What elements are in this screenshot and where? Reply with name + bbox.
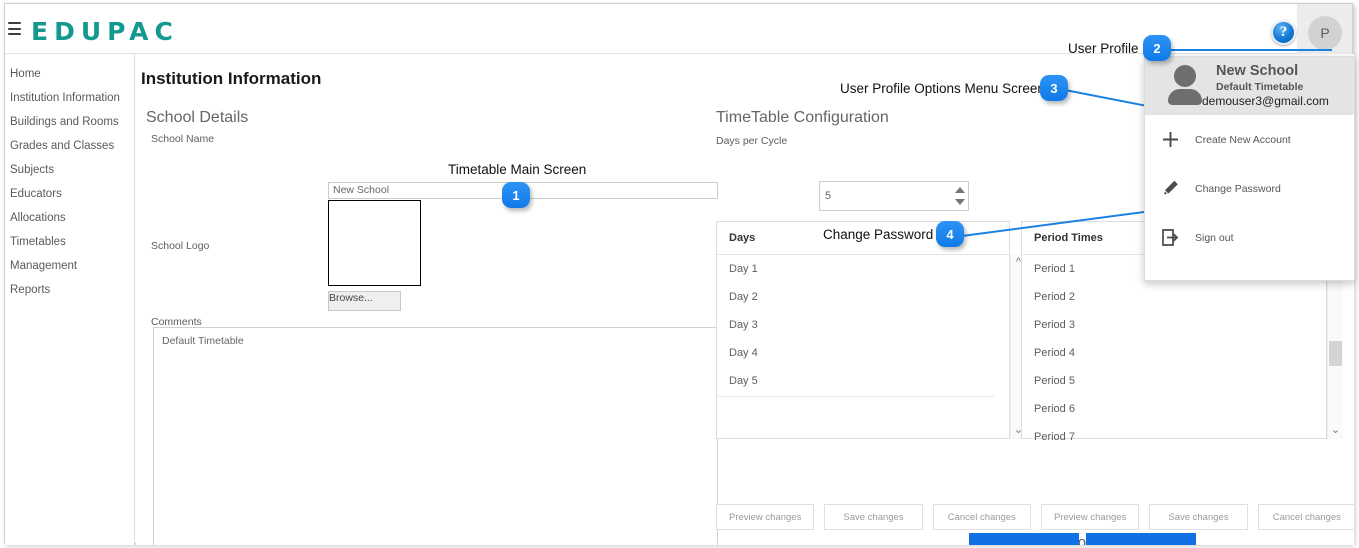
- bottom-primary-button-1[interactable]: [969, 533, 1079, 545]
- school-name-value: New School: [333, 184, 390, 196]
- user-avatar-button[interactable]: P: [1308, 16, 1342, 50]
- callout-label-1: Timetable Main Screen: [448, 162, 587, 177]
- callout-leader-2: [1169, 49, 1332, 51]
- browse-button[interactable]: Browse...: [328, 291, 401, 311]
- list-item[interactable]: Period 7: [1022, 423, 1326, 451]
- school-logo-preview[interactable]: [328, 200, 421, 286]
- list-item[interactable]: Day 3: [717, 311, 1009, 339]
- callout-label-3: User Profile Options Menu Screen: [840, 81, 1045, 96]
- sidebar-item-management[interactable]: Management: [5, 254, 134, 278]
- user-profile-menu: New School Default Timetable demouser3@g…: [1144, 56, 1355, 281]
- callout-badge-2: 2: [1143, 35, 1171, 61]
- days-list-divider: [717, 396, 994, 397]
- days-per-cycle-value: 5: [825, 190, 832, 202]
- app-window: EDUPAC ? P Home Institution Information …: [4, 3, 1355, 545]
- scroll-down-icon[interactable]: ⌄: [1331, 425, 1340, 436]
- profile-email: demouser3@gmail.com: [1202, 94, 1329, 108]
- browse-label: Browse...: [329, 292, 373, 304]
- list-item[interactable]: Day 4: [717, 339, 1009, 367]
- list-item[interactable]: Period 2: [1022, 283, 1326, 311]
- list-item[interactable]: Day 2: [717, 283, 1009, 311]
- list-item[interactable]: Day 5: [717, 367, 1009, 395]
- sidebar-item-timetables[interactable]: Timetables: [5, 230, 134, 254]
- page-title: Institution Information: [141, 69, 322, 88]
- hamburger-icon[interactable]: [8, 22, 21, 35]
- plus-icon: [1145, 130, 1195, 149]
- sidebar-item-institution-information[interactable]: Institution Information: [5, 86, 134, 110]
- days-cancel-changes-button[interactable]: Cancel changes: [932, 504, 1031, 530]
- sidebar-item-home[interactable]: Home: [5, 62, 134, 86]
- stepper-down-icon[interactable]: [955, 199, 965, 205]
- list-item[interactable]: Day 1: [717, 255, 1009, 283]
- avatar-initial: P: [1320, 25, 1330, 41]
- profile-avatar-icon: [1165, 65, 1205, 107]
- menu-item-change-password[interactable]: Change Password: [1145, 164, 1354, 213]
- callout-label-4: Change Password: [823, 227, 934, 242]
- school-details-panel: School Details School Name New School Sc…: [146, 109, 718, 545]
- callout-badge-1: 1: [502, 182, 530, 208]
- profile-school-name: New School: [1216, 63, 1299, 79]
- days-preview-changes-button[interactable]: Preview changes: [716, 504, 815, 530]
- sidebar-nav: Home Institution Information Buildings a…: [5, 54, 135, 545]
- sidebar-item-allocations[interactable]: Allocations: [5, 206, 134, 230]
- callout-label-2: User Profile: [1068, 41, 1139, 56]
- days-per-cycle-label: Days per Cycle: [716, 135, 788, 147]
- menu-item-label: Create New Account: [1195, 133, 1291, 146]
- callout-badge-4: 4: [936, 221, 964, 247]
- profile-menu-header: New School Default Timetable demouser3@g…: [1145, 57, 1354, 115]
- sidebar-item-buildings-and-rooms[interactable]: Buildings and Rooms: [5, 110, 134, 134]
- periods-cancel-changes-button[interactable]: Cancel changes: [1257, 504, 1354, 530]
- days-per-cycle-stepper[interactable]: [954, 187, 966, 205]
- list-item[interactable]: Period 3: [1022, 311, 1326, 339]
- help-icon[interactable]: ?: [1271, 20, 1296, 45]
- school-name-label: School Name: [151, 133, 215, 145]
- menu-item-label: Sign out: [1195, 231, 1234, 244]
- sidebar-item-subjects[interactable]: Subjects: [5, 158, 134, 182]
- help-glyph: ?: [1279, 24, 1288, 40]
- list-item[interactable]: Period 4: [1022, 339, 1326, 367]
- comments-value: Default Timetable: [162, 335, 244, 347]
- bottom-primary-button-2[interactable]: [1086, 533, 1196, 545]
- comments-textarea[interactable]: Default Timetable: [153, 327, 718, 545]
- menu-item-create-new-account[interactable]: Create New Account: [1145, 115, 1354, 164]
- scrollbar-thumb[interactable]: [1329, 341, 1342, 366]
- action-buttons-row: Preview changes Save changes Cancel chan…: [716, 504, 1354, 530]
- app-logo: EDUPAC: [31, 17, 179, 46]
- pencil-icon: [1145, 179, 1195, 198]
- days-list-panel: Days Day 1 Day 2 Day 3 Day 4 Day 5: [716, 221, 1010, 439]
- sidebar-item-grades-and-classes[interactable]: Grades and Classes: [5, 134, 134, 158]
- periods-save-changes-button[interactable]: Save changes: [1149, 504, 1248, 530]
- periods-preview-changes-button[interactable]: Preview changes: [1040, 504, 1140, 530]
- profile-subtitle: Default Timetable: [1216, 81, 1304, 93]
- school-details-heading: School Details: [146, 109, 249, 126]
- menu-item-label: Change Password: [1195, 182, 1281, 195]
- sidebar-item-reports[interactable]: Reports: [5, 278, 134, 302]
- stepper-up-icon[interactable]: [955, 187, 965, 193]
- list-item[interactable]: Period 5: [1022, 367, 1326, 395]
- app-logo-text: EDUPAC: [31, 17, 179, 46]
- school-logo-label: School Logo: [151, 240, 210, 252]
- sidebar-item-educators[interactable]: Educators: [5, 182, 134, 206]
- sign-out-icon: [1145, 228, 1195, 247]
- days-save-changes-button[interactable]: Save changes: [824, 504, 923, 530]
- list-item[interactable]: Period 6: [1022, 395, 1326, 423]
- screenshot-root: EDUPAC ? P Home Institution Information …: [0, 0, 1359, 548]
- callout-badge-3: 3: [1040, 75, 1068, 101]
- menu-item-sign-out[interactable]: Sign out: [1145, 213, 1354, 262]
- days-per-cycle-input[interactable]: 5: [819, 181, 969, 211]
